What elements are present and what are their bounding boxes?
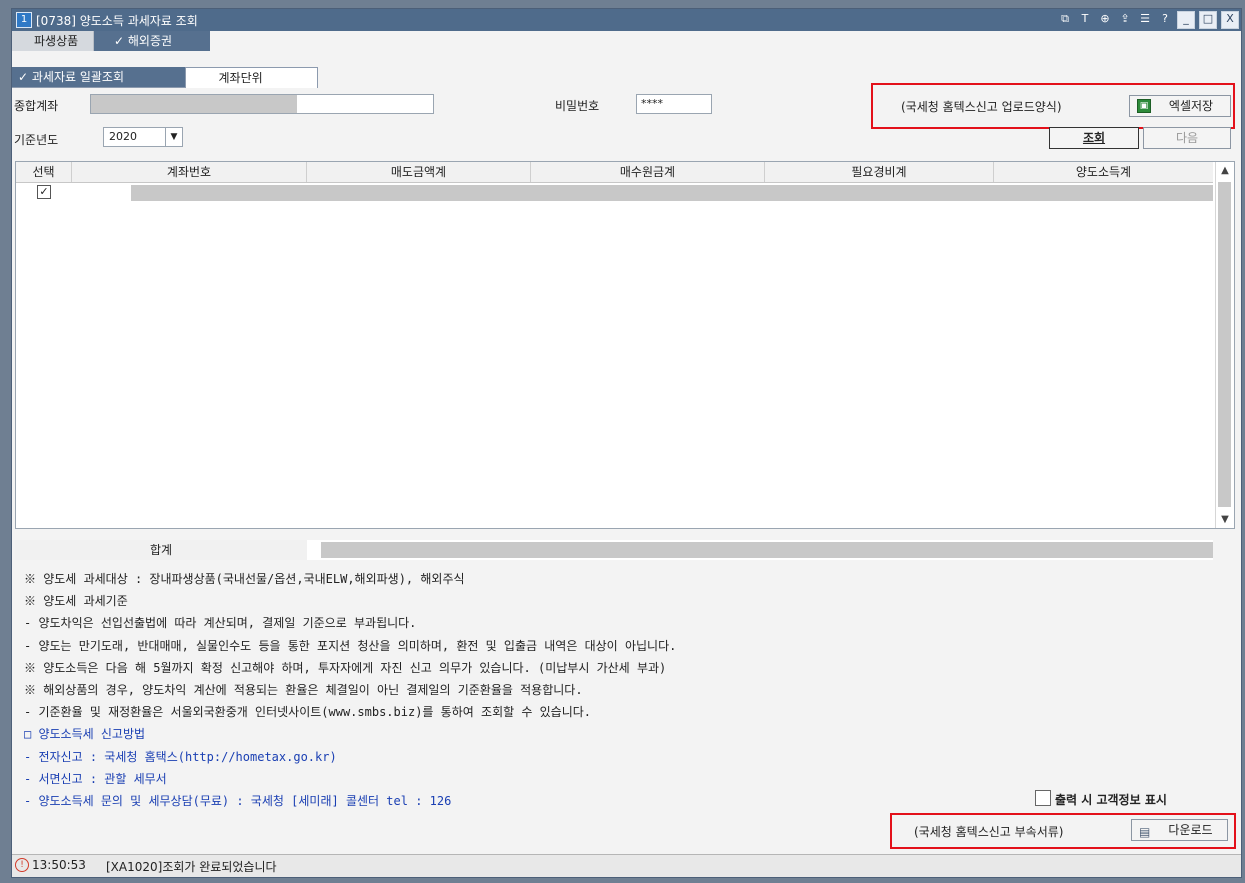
note-line-blue: - 서면신고 : 관할 세무서 [24, 771, 167, 786]
new-window-icon[interactable]: ⧉ [1057, 11, 1073, 27]
note-line: ※ 양도세 과세기준 [24, 594, 128, 609]
alert-icon: ! [15, 858, 29, 872]
copy-icon[interactable]: ⊕ [1097, 11, 1113, 27]
scroll-thumb[interactable] [1218, 182, 1231, 507]
status-message: [XA1020]조회가 완료되었습니다 [106, 860, 277, 874]
column-header[interactable]: 선택 [16, 162, 72, 182]
link-icon[interactable]: ⇪ [1117, 11, 1133, 27]
hometax-attach-label: (국세청 홈텍스신고 부속서류) [914, 825, 1064, 839]
window-title: [0738] 양도소득 과세자료 조회 [36, 14, 198, 28]
window-number-badge: 1 [16, 12, 32, 28]
account-label: 종합계좌 [14, 99, 59, 113]
window-controls: ⧉ T ⊕ ⇪ ☰ ? _ □ X [1057, 11, 1239, 29]
note-line: - 양도차익은 선입선출법에 따라 계산되며, 결제일 기준으로 부과됩니다. [24, 616, 417, 631]
status-time: 13:50:53 [32, 858, 86, 872]
note-line: ※ 양도소득은 다음 해 5월까지 확정 신고해야 하며, 투자자에게 자진 신… [24, 660, 667, 675]
year-value: 2020 [109, 130, 137, 143]
note-line-blue: - 전자신고 : 국세청 홈택스(http://hometax.go.kr) [24, 749, 337, 764]
note-line-blue: - 양도소득세 문의 및 세무상담(무료) : 국세청 [세미래] 콜센터 te… [24, 793, 452, 808]
search-button[interactable]: 조회 [1049, 127, 1139, 149]
grid-header: 선택 계좌번호 매도금액계 매수원금계 필요경비계 양도소득계 [16, 162, 1213, 183]
account-masked [91, 95, 297, 113]
column-header[interactable]: 매수원금계 [531, 162, 765, 182]
tab-overseas-securities[interactable]: ✓ 해외증권 [94, 31, 210, 51]
query-mode-tabs: ✓ 과세자료 일괄조회 계좌단위 [12, 67, 318, 88]
notes-section: ※ 양도세 과세대상 : 장내파생상품(국내선물/옵션,국내ELW,해외파생),… [24, 568, 676, 812]
tab-account-unit[interactable]: 계좌단위 [185, 67, 318, 88]
password-input[interactable]: **** [636, 94, 712, 114]
column-header[interactable]: 계좌번호 [72, 162, 307, 182]
note-line-blue: □ 양도소득세 신고방법 [24, 727, 146, 742]
result-grid: 선택 계좌번호 매도금액계 매수원금계 필요경비계 양도소득계 ✓ ▲ ▼ [15, 161, 1235, 529]
table-row[interactable]: ✓ [16, 183, 1213, 201]
column-header[interactable]: 필요경비계 [765, 162, 994, 182]
download-button[interactable]: ▤ 다운로드 [1131, 819, 1228, 841]
help-icon[interactable]: ? [1157, 11, 1173, 27]
title-bar[interactable]: 1 [0738] 양도소득 과세자료 조회 ⧉ T ⊕ ⇪ ☰ ? _ □ X [12, 9, 1241, 31]
print-customer-info-checkbox[interactable] [1035, 790, 1051, 806]
scroll-up-icon[interactable]: ▲ [1216, 165, 1234, 176]
sum-label: 합계 [149, 543, 173, 557]
note-line: - 기준환율 및 재정환율은 서울외국환중개 인터넷사이트(www.smbs.b… [24, 705, 592, 720]
list-icon[interactable]: ☰ [1137, 11, 1153, 27]
year-select[interactable]: 2020 ▼ [103, 127, 183, 147]
excel-save-label: 엑셀저장 [1168, 99, 1214, 113]
row-masked-values [131, 185, 1213, 201]
main-window: 1 [0738] 양도소득 과세자료 조회 ⧉ T ⊕ ⇪ ☰ ? _ □ X … [11, 8, 1242, 878]
close-icon[interactable]: X [1221, 11, 1239, 29]
column-header[interactable]: 양도소득계 [994, 162, 1213, 182]
printer-icon: ▤ [1139, 825, 1151, 839]
excel-icon: ▣ [1137, 99, 1151, 113]
minimize-icon[interactable]: _ [1177, 11, 1195, 29]
note-line: ※ 양도세 과세대상 : 장내파생상품(국내선물/옵션,국내ELW,해외파생),… [24, 572, 465, 586]
column-header[interactable]: 매도금액계 [307, 162, 531, 182]
excel-save-button[interactable]: ▣ 엑셀저장 [1129, 95, 1231, 117]
download-label: 다운로드 [1168, 823, 1213, 837]
tab-spacer [12, 51, 1241, 67]
sum-masked-values [321, 542, 1213, 558]
vertical-scrollbar[interactable]: ▲ ▼ [1215, 162, 1234, 528]
year-label: 기준년도 [14, 133, 59, 147]
row-select-checkbox[interactable]: ✓ [37, 185, 51, 199]
maximize-icon[interactable]: □ [1199, 11, 1217, 29]
note-line: ※ 해외상품의 경우, 양도차익 계산에 적용되는 환율은 체결일이 아닌 결제… [24, 682, 583, 697]
sum-value-area [307, 540, 1213, 560]
tab-derivatives[interactable]: 파생상품 [12, 31, 94, 51]
hometax-upload-label: (국세청 홈텍스신고 업로드양식) [901, 100, 1062, 114]
text-icon[interactable]: T [1077, 11, 1093, 27]
scroll-down-icon[interactable]: ▼ [1216, 514, 1234, 525]
sum-row: 합계 [15, 540, 1213, 560]
password-label: 비밀번호 [555, 99, 600, 113]
tab-bulk-query[interactable]: ✓ 과세자료 일괄조회 [12, 67, 186, 87]
chevron-down-icon[interactable]: ▼ [165, 128, 182, 146]
print-customer-info-label: 출력 시 고객정보 표시 [1055, 793, 1167, 807]
status-bar: ! 13:50:53 [XA1020]조회가 완료되었습니다 [12, 854, 1241, 877]
note-line: - 양도는 만기도래, 반대매매, 실물인수도 등을 통한 포지션 청산을 의미… [24, 638, 677, 653]
product-tabs: 파생상품 ✓ 해외증권 [12, 31, 245, 51]
next-button[interactable]: 다음 [1143, 127, 1231, 149]
account-input[interactable] [90, 94, 434, 114]
